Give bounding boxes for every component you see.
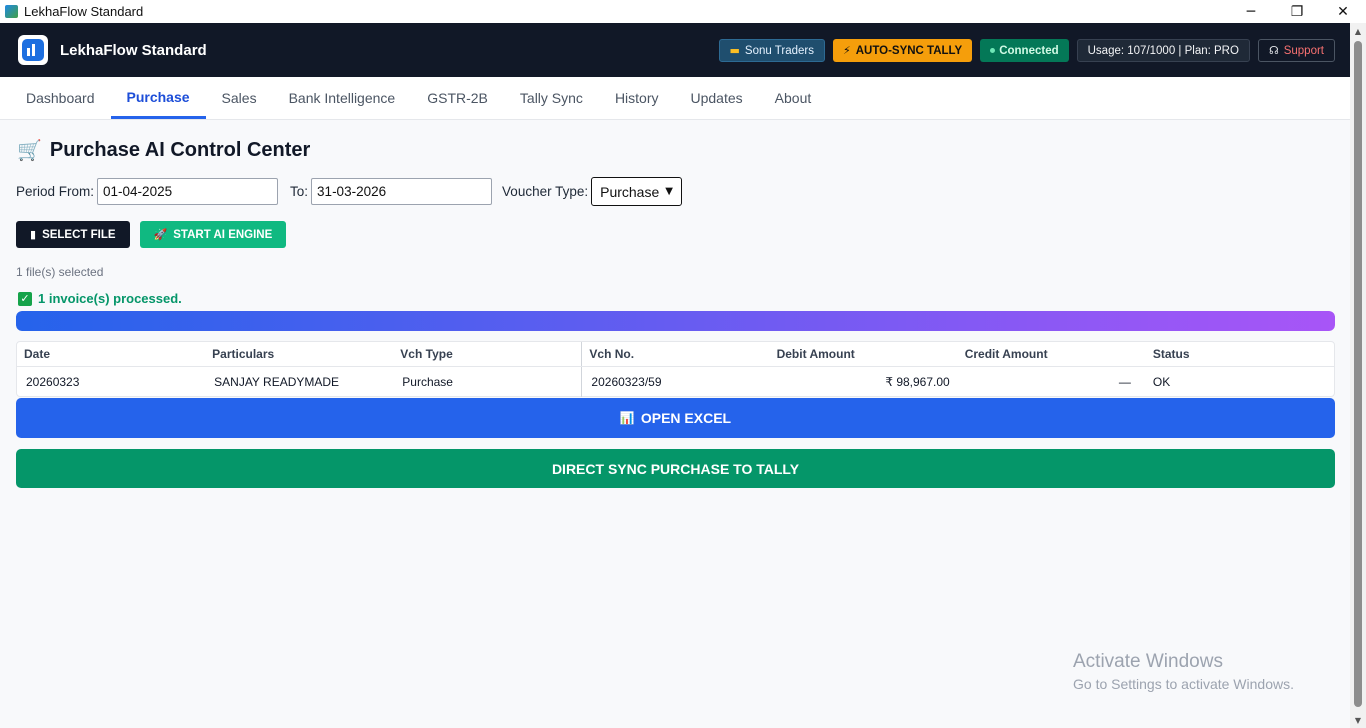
usage-badge: Usage: 107/1000 | Plan: PRO (1076, 39, 1250, 62)
start-ai-engine-button[interactable]: 🚀 START AI ENGINE (139, 221, 287, 248)
cell-status: OK (1152, 375, 1171, 389)
brand-name: LekhaFlow Standard (60, 41, 207, 59)
watermark-title: Activate Windows (1073, 651, 1223, 672)
headset-icon: ☊ (1268, 44, 1279, 57)
filter-row: Period From: To: Voucher Type: Purchase … (16, 177, 682, 206)
table-row[interactable]: 20260323 SANJAY READYMADE Purchase 20260… (17, 367, 1334, 397)
chart-logo-icon (22, 39, 44, 61)
table-header-row: Date Particulars Vch Type Vch No. Debit … (17, 342, 1334, 367)
page-title-text: Purchase AI Control Center (49, 138, 311, 161)
scroll-thumb[interactable] (1354, 41, 1362, 707)
restore-button[interactable]: ❐ (1274, 0, 1320, 23)
company-name: Sonu Traders (744, 44, 814, 57)
connection-status-label: Connected (999, 44, 1059, 57)
folder-icon: ▬ (729, 44, 740, 57)
direct-sync-button[interactable]: DIRECT SYNC PURCHASE TO TALLY (16, 449, 1335, 488)
column-header-vch-type: Vch Type (400, 347, 453, 361)
main-tabs: Dashboard Purchase Sales Bank Intelligen… (0, 77, 1350, 120)
status-dot-icon (990, 48, 996, 53)
progress-bar-fill (16, 311, 1335, 331)
period-from-label: Period From: (16, 184, 95, 199)
support-button[interactable]: ☊ Support (1257, 39, 1335, 62)
close-button[interactable]: ✕ (1320, 0, 1366, 23)
tab-purchase[interactable]: Purchase (110, 77, 206, 119)
column-header-date: Date (24, 347, 51, 361)
vertical-scrollbar[interactable]: ▲ ▼ (1350, 23, 1366, 728)
processed-status: ✓ 1 invoice(s) processed. (18, 291, 182, 306)
rocket-icon: 🚀 (153, 228, 168, 241)
tab-bank-intelligence[interactable]: Bank Intelligence (273, 77, 412, 119)
cell-vch-type: Purchase (402, 375, 453, 389)
period-from-input[interactable] (97, 178, 279, 205)
processed-text: 1 invoice(s) processed. (38, 291, 182, 306)
window-title: LekhaFlow Standard (24, 4, 144, 19)
app-logo (18, 35, 48, 65)
period-to-label: To: (290, 184, 309, 199)
file-icon: ▮ (30, 228, 37, 241)
tab-history[interactable]: History (599, 77, 675, 119)
action-buttons: ▮ SELECT FILE 🚀 START AI ENGINE (16, 221, 287, 248)
files-selected-text: 1 file(s) selected (16, 265, 104, 279)
app-header: LekhaFlow Standard ▬ Sonu Traders ⚡ AUTO… (0, 23, 1350, 77)
scroll-down-arrow-icon[interactable]: ▼ (1350, 712, 1366, 728)
cell-particulars: SANJAY READYMADE (214, 375, 340, 389)
page-title: 🛒 Purchase AI Control Center (17, 138, 310, 162)
tab-about[interactable]: About (759, 77, 828, 119)
cell-vch-no: 20260323/59 (581, 367, 769, 397)
tab-tally-sync[interactable]: Tally Sync (504, 77, 599, 119)
cell-date: 20260323 (26, 375, 80, 389)
connection-status-badge: Connected (980, 39, 1069, 62)
header-status-bar: ▬ Sonu Traders ⚡ AUTO-SYNC TALLY Connect… (718, 39, 1335, 62)
direct-sync-label: DIRECT SYNC PURCHASE TO TALLY (551, 460, 800, 477)
windows-activation-watermark: Activate Windows Go to Settings to activ… (1073, 651, 1294, 692)
bar-chart-icon: 📊 (619, 411, 635, 425)
open-excel-button[interactable]: 📊 OPEN EXCEL (16, 398, 1335, 438)
period-to-input[interactable] (311, 178, 493, 205)
tab-dashboard[interactable]: Dashboard (10, 77, 111, 119)
voucher-type-label: Voucher Type: (502, 184, 589, 199)
check-icon: ✓ (18, 291, 32, 306)
select-file-button[interactable]: ▮ SELECT FILE (16, 221, 130, 248)
scroll-up-arrow-icon[interactable]: ▲ (1350, 23, 1366, 39)
watermark-subtitle: Go to Settings to activate Windows. (1073, 676, 1294, 692)
cell-debit-amount: ₹ 98,967.00 (885, 375, 950, 389)
cart-icon: 🛒 (17, 138, 42, 162)
tab-sales[interactable]: Sales (206, 77, 273, 119)
voucher-type-value: Purchase (600, 183, 660, 200)
chevron-down-icon: ▼ (665, 186, 673, 197)
bolt-icon: ⚡ (842, 44, 851, 57)
open-excel-label: OPEN EXCEL (640, 410, 732, 426)
window-controls: ─ ❐ ✕ (1228, 0, 1366, 23)
column-header-credit-amount: Credit Amount (964, 347, 1048, 361)
select-file-label: SELECT FILE (42, 228, 116, 241)
column-header-particulars: Particulars (212, 347, 275, 361)
window-titlebar: LekhaFlow Standard ─ ❐ ✕ (0, 0, 1366, 23)
column-header-debit-amount: Debit Amount (776, 347, 855, 361)
progress-bar (16, 311, 1335, 331)
start-ai-engine-label: START AI ENGINE (173, 228, 273, 241)
support-label: Support (1283, 44, 1324, 57)
voucher-type-select[interactable]: Purchase ▼ (591, 177, 682, 206)
column-header-status: Status (1152, 347, 1190, 361)
minimize-button[interactable]: ─ (1228, 0, 1274, 23)
tab-gstr-2b[interactable]: GSTR-2B (411, 77, 504, 119)
column-header-vch-no: Vch No. (581, 342, 769, 366)
tab-updates[interactable]: Updates (675, 77, 759, 119)
autosync-button[interactable]: ⚡ AUTO-SYNC TALLY (832, 39, 973, 62)
company-badge[interactable]: ▬ Sonu Traders (718, 39, 825, 62)
app-icon (5, 5, 18, 18)
invoice-table: Date Particulars Vch Type Vch No. Debit … (16, 341, 1335, 397)
autosync-label: AUTO-SYNC TALLY (855, 44, 963, 57)
cell-credit-amount: — (1118, 375, 1131, 389)
usage-label: Usage: 107/1000 | Plan: PRO (1087, 44, 1239, 57)
